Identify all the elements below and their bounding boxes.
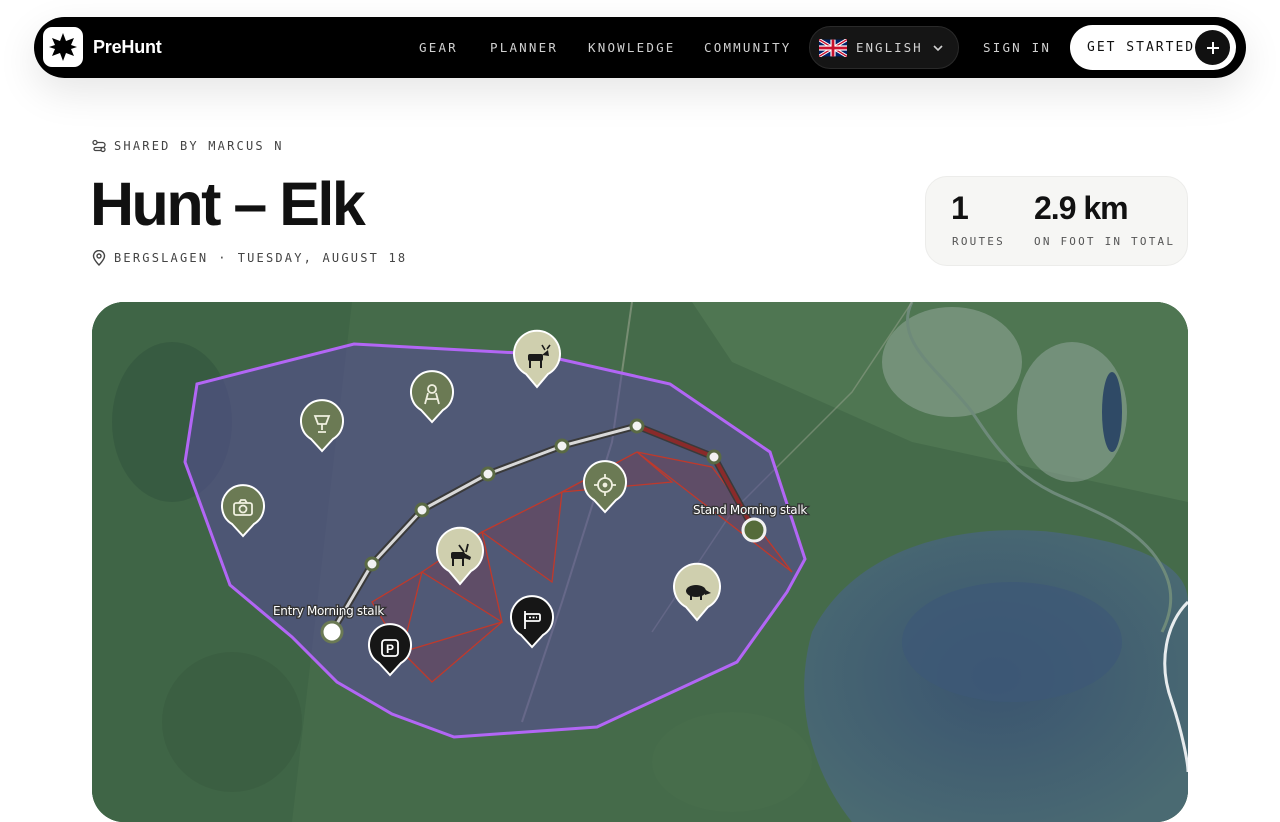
route-share-icon <box>92 139 106 153</box>
sign-in-link[interactable]: SIGN IN <box>983 17 1051 78</box>
get-started-button[interactable]: GET STARTED <box>1070 25 1236 70</box>
map-scene: Stand Morning stalk Entry Morning stalk <box>92 302 1188 822</box>
nav-link-knowledge[interactable]: KNOWLEDGE <box>588 17 676 78</box>
page-title: Hunt – Elk <box>90 170 366 238</box>
date-text: TUESDAY, AUGUST 18 <box>237 251 408 265</box>
route-waypoint[interactable] <box>480 466 496 482</box>
language-selector[interactable]: ENGLISH <box>809 26 959 69</box>
map-pin-icon <box>92 250 106 266</box>
chevron-down-icon <box>933 44 943 51</box>
distance-label: ON FOOT IN TOTAL <box>1034 235 1176 248</box>
stand-point[interactable] <box>741 517 767 543</box>
top-navbar: PreHunt GEAR PLANNER KNOWLEDGE COMMUNITY… <box>34 17 1246 78</box>
route-waypoint[interactable] <box>414 502 430 518</box>
entry-label: Entry Morning stalk <box>273 604 384 618</box>
shared-by-text: SHARED BY MARCUS N <box>114 139 284 153</box>
distance-value: 2.9 km <box>1034 190 1129 226</box>
plus-icon <box>1195 30 1230 65</box>
nav-link-community[interactable]: COMMUNITY <box>704 17 792 78</box>
meta-separator: · <box>218 251 228 265</box>
language-label: ENGLISH <box>856 40 923 55</box>
shared-by-row: SHARED BY MARCUS N <box>92 139 284 153</box>
svg-text:P: P <box>386 642 394 656</box>
entry-point[interactable] <box>320 620 344 644</box>
route-waypoint[interactable] <box>364 556 380 572</box>
route-waypoint[interactable] <box>706 449 722 465</box>
routes-label: ROUTES <box>952 235 1005 248</box>
location-text: BERGSLAGEN <box>114 251 209 265</box>
routes-count: 1 <box>951 190 969 226</box>
nav-link-planner[interactable]: PLANNER <box>490 17 558 78</box>
nav-link-gear[interactable]: GEAR <box>419 17 458 78</box>
route-waypoint[interactable] <box>629 418 645 434</box>
location-date-row: BERGSLAGEN · TUESDAY, AUGUST 18 <box>92 250 407 266</box>
hunt-map[interactable]: Stand Morning stalk Entry Morning stalk <box>92 302 1188 822</box>
brand-name[interactable]: PreHunt <box>93 17 162 78</box>
logo[interactable] <box>43 27 83 67</box>
get-started-label: GET STARTED <box>1087 40 1196 55</box>
route-waypoint[interactable] <box>554 438 570 454</box>
compass-star-icon <box>49 33 77 61</box>
stand-label: Stand Morning stalk <box>693 503 807 517</box>
uk-flag-icon <box>819 38 847 57</box>
